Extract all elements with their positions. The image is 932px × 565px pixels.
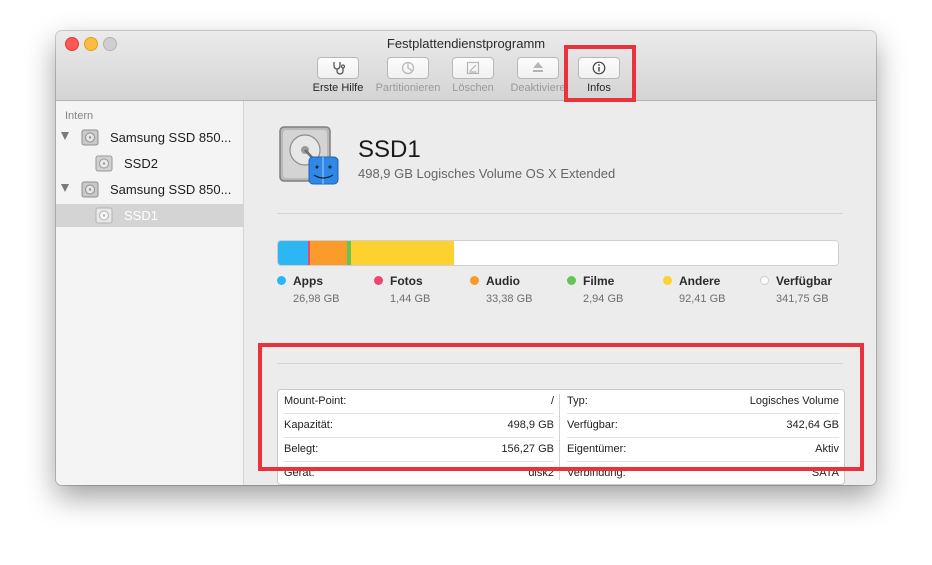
usage-segment-apps [278, 241, 309, 265]
unmount-label: Deaktiviere [510, 82, 566, 94]
erase-icon [466, 61, 480, 75]
volume-finder-icon [279, 126, 339, 185]
volume-name: SSD1 [358, 136, 421, 163]
divider [277, 213, 843, 214]
pie-chart-icon [401, 61, 415, 75]
sidebar-item-label: SSD1 [124, 208, 158, 223]
legend-size: 92,41 GB [679, 293, 726, 305]
storage-usage-bar [277, 240, 839, 266]
first-aid-label: Erste Hilfe [312, 82, 364, 94]
volume-subtitle: 498,9 GB Logisches Volume OS X Extended [358, 166, 616, 181]
legend-size: 341,75 GB [776, 293, 829, 305]
sidebar-item-label: SSD2 [124, 156, 158, 171]
legend-label: Fotos [390, 274, 423, 288]
hard-drive-icon [81, 181, 99, 198]
legend-label: Verfügbar [776, 274, 833, 288]
legend-dot [374, 276, 383, 285]
hard-drive-icon [81, 129, 99, 146]
legend-label: Filme [583, 274, 615, 288]
legend-size: 2,94 GB [583, 293, 624, 305]
sidebar-item-disk-2[interactable]: Samsung SSD 850... [56, 178, 243, 201]
disclosure-triangle-icon[interactable] [61, 184, 69, 192]
erase-label: Löschen [452, 82, 494, 94]
toolbar-unmount[interactable]: Deaktiviere [503, 57, 573, 94]
legend-label: Audio [486, 274, 520, 288]
partition-label: Partitionieren [375, 82, 441, 94]
sidebar-item-label: Samsung SSD 850... [110, 182, 232, 197]
sidebar-item-ssd1[interactable]: SSD1 [56, 204, 243, 227]
volume-icon [95, 207, 113, 224]
legend-size: 1,44 GB [390, 293, 431, 305]
highlight-box-infos [564, 45, 636, 102]
sidebar-section-intern: Intern [65, 110, 94, 122]
titlebar: Festplattendienstprogramm Erste Hilfe Pa… [56, 31, 876, 101]
legend-label: Andere [679, 274, 721, 288]
toolbar-first-aid[interactable]: Erste Hilfe [303, 57, 373, 94]
usage-segment-verfügbar [454, 241, 838, 265]
legend-size: 33,38 GB [486, 293, 533, 305]
legend-dot [760, 276, 769, 285]
legend-dot [567, 276, 576, 285]
toolbar-erase[interactable]: Löschen [438, 57, 508, 94]
legend-dot [277, 276, 286, 285]
usage-segment-audio [309, 241, 348, 265]
window-title: Festplattendienstprogramm [386, 36, 546, 51]
first-aid-button[interactable] [317, 57, 359, 79]
sidebar-item-ssd2[interactable]: SSD2 [56, 152, 243, 175]
erase-button[interactable] [452, 57, 494, 79]
toolbar-partition[interactable]: Partitionieren [373, 57, 443, 94]
unmount-icon [533, 62, 543, 72]
partition-button[interactable] [387, 57, 429, 79]
sidebar-item-disk-1[interactable]: Samsung SSD 850... [56, 126, 243, 149]
unmount-button[interactable] [517, 57, 559, 79]
legend-dot [663, 276, 672, 285]
legend-label: Apps [293, 274, 323, 288]
legend-size: 26,98 GB [293, 293, 340, 305]
usage-segment-andere [350, 241, 455, 265]
highlight-box-info-table [258, 343, 864, 471]
sidebar-item-label: Samsung SSD 850... [110, 130, 232, 145]
disclosure-triangle-icon[interactable] [61, 132, 69, 140]
sidebar: Intern Samsung SSD 850... SSD2 Samsung S… [56, 101, 244, 485]
legend-dot [470, 276, 479, 285]
stethoscope-icon [333, 62, 346, 75]
volume-icon [95, 155, 113, 172]
